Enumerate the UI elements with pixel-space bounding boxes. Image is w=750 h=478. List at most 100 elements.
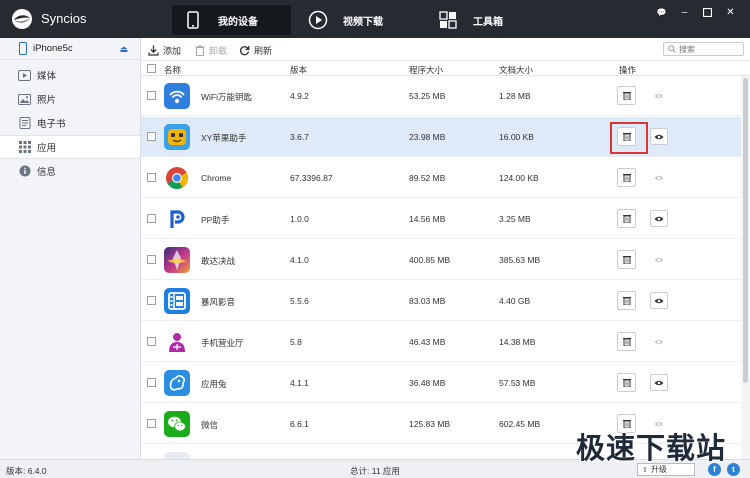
- delete-button[interactable]: [617, 373, 636, 392]
- row-checkbox[interactable]: [147, 214, 156, 223]
- app-size: 36.48 MB: [409, 378, 446, 388]
- app-size: 400.85 MB: [409, 255, 451, 265]
- watermark: 极速下载站: [576, 431, 727, 465]
- delete-button[interactable]: [617, 209, 636, 228]
- table-row[interactable]: Chrome 67.3396.87 89.52 MB 124.00 KB: [141, 158, 741, 198]
- device-selector[interactable]: iPhone5c ⏏: [0, 38, 140, 60]
- minimize-button[interactable]: –: [673, 5, 696, 19]
- table-header: 名称 版本 程序大小 文档大小 操作: [141, 61, 750, 76]
- app-version: 5.8: [290, 337, 302, 347]
- eject-icon[interactable]: ⏏: [119, 44, 128, 55]
- delete-button[interactable]: [617, 168, 636, 187]
- header-name[interactable]: 名称: [164, 64, 181, 76]
- add-button[interactable]: 添加: [148, 44, 181, 57]
- import-icon: [148, 45, 159, 56]
- toolbox-icon: [435, 7, 461, 33]
- delete-button[interactable]: [617, 332, 636, 351]
- syncios-logo-icon: [12, 9, 32, 29]
- row-checkbox[interactable]: [147, 419, 156, 428]
- eye-icon: [654, 93, 664, 98]
- delete-button[interactable]: [617, 291, 636, 310]
- apps-icon: [18, 141, 31, 153]
- search-input[interactable]: [679, 44, 739, 54]
- sidebar-item-label: 媒体: [37, 71, 57, 82]
- app-version: 4.1.1: [290, 378, 309, 388]
- play-icon: [305, 7, 331, 33]
- view-button[interactable]: [650, 374, 668, 391]
- tab-my-device[interactable]: 我的设备: [172, 5, 291, 35]
- doc-size: 16.00 KB: [499, 132, 534, 142]
- doc-size: 602.45 MB: [499, 419, 541, 429]
- row-checkbox[interactable]: [147, 91, 156, 100]
- header-version[interactable]: 版本: [290, 64, 307, 76]
- app-size: 14.56 MB: [409, 214, 446, 224]
- app-name: WiFi万能钥匙: [201, 92, 252, 102]
- app-name: 手机营业厅: [201, 338, 244, 348]
- close-button[interactable]: ✕: [719, 5, 742, 19]
- sidebar-item-media[interactable]: 媒体: [0, 63, 140, 87]
- table-row[interactable]: 手机营业厅 5.8 46.43 MB 14.38 MB: [141, 322, 741, 362]
- app-name: PP助手: [201, 215, 230, 225]
- wifi-key-app-icon: [164, 83, 190, 109]
- uninstall-label: 卸载: [209, 46, 228, 56]
- feedback-icon[interactable]: 💬: [650, 5, 673, 19]
- row-checkbox[interactable]: [147, 173, 156, 182]
- baofeng-app-icon: [164, 288, 190, 314]
- tab-label: 我的设备: [218, 16, 258, 28]
- table-row[interactable]: 暴风影音 5.5.6 83.03 MB 4.40 GB: [141, 281, 741, 321]
- view-button[interactable]: [650, 210, 668, 227]
- app-version: 1.0.0: [290, 214, 309, 224]
- add-label: 添加: [163, 46, 182, 56]
- table-row[interactable]: 应用兔 4.1.1 36.48 MB 57.53 MB: [141, 363, 741, 403]
- tab-toolbox[interactable]: 工具箱: [435, 5, 535, 35]
- delete-button[interactable]: [617, 86, 636, 105]
- sidebar-item-apps[interactable]: 应用: [0, 135, 140, 159]
- select-all-checkbox[interactable]: [147, 64, 156, 73]
- table-row[interactable]: XY苹果助手 3.6.7 23.98 MB 16.00 KB: [141, 117, 741, 157]
- app-version: 5.5.6: [290, 296, 309, 306]
- media-icon: [18, 69, 31, 81]
- twitter-icon[interactable]: t: [727, 463, 740, 476]
- title-bar: Syncios 我的设备 视频下载 工具箱 💬 – ✕: [0, 0, 750, 38]
- table-row[interactable]: WiFi万能钥匙 4.9.2 53.25 MB 1.28 MB: [141, 76, 741, 116]
- app-list: WiFi万能钥匙 4.9.2 53.25 MB 1.28 MB XY苹果助手 3…: [141, 76, 741, 459]
- row-checkbox[interactable]: [147, 378, 156, 387]
- table-row[interactable]: 敢达决战 4.1.0 400.85 MB 385.63 MB: [141, 240, 741, 280]
- sidebar-item-messages[interactable]: 信息: [0, 159, 140, 183]
- header-action: 操作: [619, 65, 637, 75]
- app-version: 4.9.2: [290, 91, 309, 101]
- header-doc-size[interactable]: 文档大小: [499, 64, 533, 76]
- delete-button[interactable]: [617, 250, 636, 269]
- scrollbar-thumb[interactable]: [743, 78, 748, 383]
- xy-assistant-app-icon: [164, 124, 190, 150]
- search-box[interactable]: [663, 42, 744, 56]
- header-app-size[interactable]: 程序大小: [409, 64, 443, 76]
- doc-size: 385.63 MB: [499, 255, 541, 265]
- tab-label: 工具箱: [473, 16, 503, 28]
- sidebar-item-photos[interactable]: 照片: [0, 87, 140, 111]
- doc-size: 124.00 KB: [499, 173, 539, 183]
- sidebar-item-label: 应用: [37, 143, 57, 154]
- highlight-box: [610, 122, 648, 154]
- view-button[interactable]: [650, 292, 668, 309]
- refresh-button[interactable]: 刷新: [239, 44, 272, 57]
- table-row[interactable]: PP助手 1.0.0 14.56 MB 3.25 MB: [141, 199, 741, 239]
- row-checkbox[interactable]: [147, 296, 156, 305]
- row-checkbox[interactable]: [147, 337, 156, 346]
- view-button[interactable]: [650, 128, 668, 145]
- app-name: 暴风影音: [201, 297, 236, 307]
- uninstall-button[interactable]: 卸载: [194, 44, 227, 57]
- app-size: 89.52 MB: [409, 173, 446, 183]
- app-size: 83.03 MB: [409, 296, 446, 306]
- sidebar: iPhone5c ⏏ 媒体 照片 电子书 应用 信息: [0, 38, 141, 459]
- maximize-button[interactable]: [696, 5, 719, 19]
- wechat-app-icon: [164, 411, 190, 437]
- tab-video-download[interactable]: 视频下载: [305, 5, 415, 35]
- eye-icon: [654, 298, 664, 303]
- row-checkbox[interactable]: [147, 255, 156, 264]
- sidebar-item-ebooks[interactable]: 电子书: [0, 111, 140, 135]
- row-checkbox[interactable]: [147, 132, 156, 141]
- scrollbar[interactable]: [741, 76, 750, 459]
- trash-icon: [622, 297, 631, 305]
- sidebar-item-label: 照片: [37, 95, 57, 106]
